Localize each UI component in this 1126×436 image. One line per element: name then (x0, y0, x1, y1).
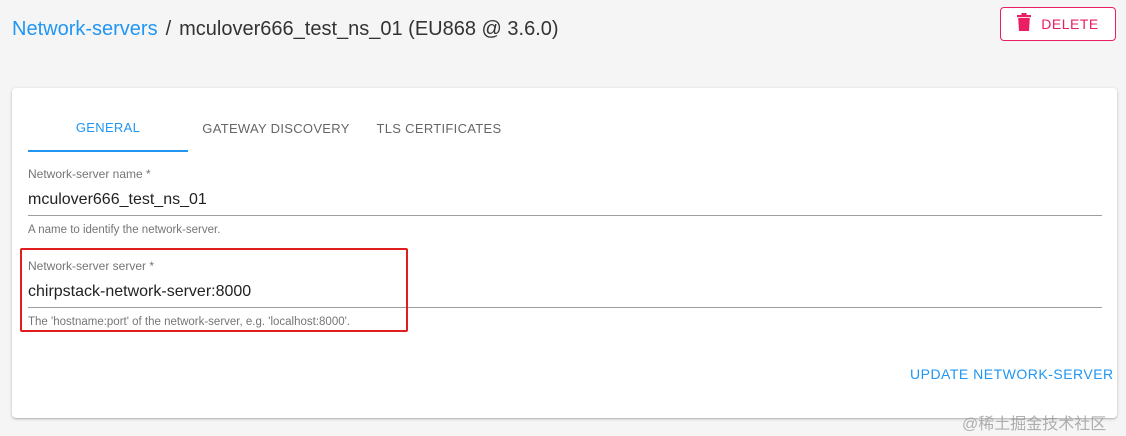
breadcrumb: Network-servers / mculover666_test_ns_01 (… (12, 18, 559, 41)
breadcrumb-link-network-servers[interactable]: Network-servers (12, 18, 158, 40)
breadcrumb-separator: / (165, 18, 172, 40)
update-network-server-button[interactable]: UPDATE NETWORK-SERVER (910, 366, 1114, 382)
network-server-name-underline (28, 215, 1102, 216)
tab-gateway-discovery[interactable]: GATEWAY DISCOVERY (188, 104, 364, 152)
watermark: @稀土掘金技术社区 (962, 416, 1107, 433)
delete-button[interactable]: DELETE (1000, 7, 1116, 41)
tab-tls-certificates[interactable]: TLS CERTIFICATES (364, 104, 514, 152)
tab-bar: GENERAL GATEWAY DISCOVERY TLS CERTIFICAT… (28, 104, 514, 152)
network-server-name-help: A name to identify the network-server. (28, 224, 221, 236)
trash-icon (1017, 12, 1032, 36)
network-server-name-input[interactable]: mculover666_test_ns_01 (28, 191, 1102, 215)
highlight-annotation-box (20, 248, 408, 332)
network-server-name-field: Network-server name * mculover666_test_n… (28, 167, 1102, 236)
page-title: mculover666_test_ns_01 (EU868 @ 3.6.0) (179, 18, 559, 40)
tab-general[interactable]: GENERAL (28, 104, 188, 152)
page-header: Network-servers / mculover666_test_ns_01 (… (0, 0, 1126, 70)
network-server-name-label: Network-server name * (28, 167, 151, 181)
delete-button-label: DELETE (1041, 16, 1099, 32)
